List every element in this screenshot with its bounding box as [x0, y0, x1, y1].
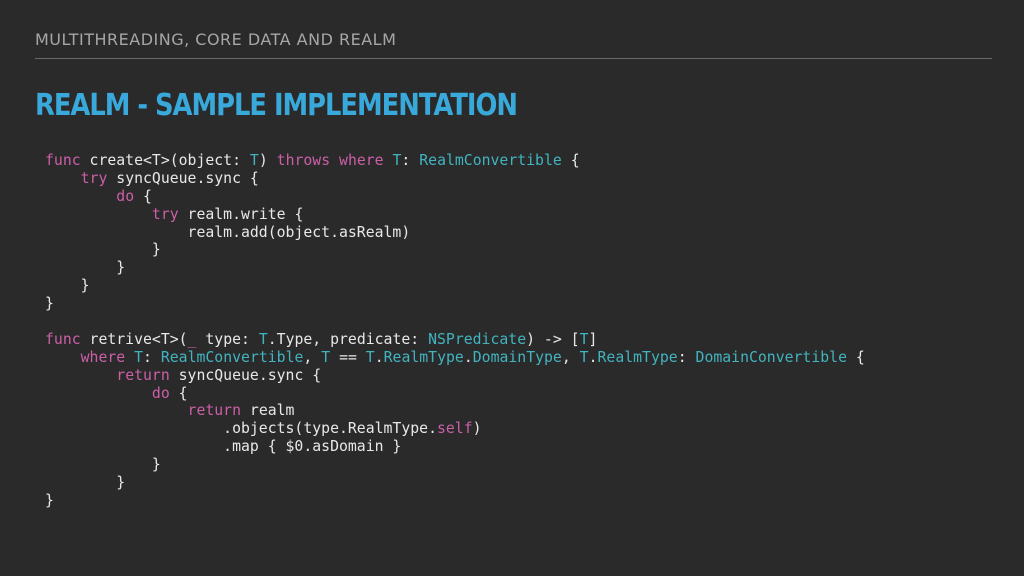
- code-token-text: ==: [330, 348, 366, 366]
- code-token-kw: func: [45, 152, 81, 169]
- code-line: do {: [45, 385, 865, 403]
- code-token-type: RealmType: [383, 348, 464, 366]
- code-token-kw: do: [151, 384, 170, 402]
- code-token-text: }: [45, 259, 126, 277]
- code-token-text: }: [45, 456, 161, 474]
- code-token-text: .Type, predicate:: [267, 330, 429, 348]
- code-token-text: ]: [588, 330, 598, 348]
- code-line: return syncQueue.sync {: [45, 367, 865, 385]
- code-token-text: ,: [561, 348, 580, 366]
- code-token-text: {: [169, 384, 188, 402]
- code-token-kw: where: [339, 152, 384, 169]
- code-token-type: NSPredicate: [428, 330, 527, 348]
- code-token-text: ): [258, 152, 277, 169]
- code-token-text: ) -> [: [526, 330, 580, 348]
- code-token-text: {: [846, 348, 865, 366]
- code-token-text: .: [588, 348, 598, 366]
- code-line: }: [45, 474, 865, 492]
- code-token-kw: throws: [276, 152, 331, 169]
- code-line: realm.add(object.asRealm): [45, 224, 865, 242]
- code-line: do {: [45, 188, 865, 206]
- code-token-kw: where: [80, 348, 126, 366]
- code-token-text: }: [45, 295, 54, 313]
- code-line: func retrive<T>(_ type: T.Type, predicat…: [45, 331, 865, 349]
- code-token-type: DomainType: [472, 348, 562, 366]
- code-token-kw: return: [116, 366, 170, 384]
- code-token-text: }: [45, 491, 54, 509]
- code-token-kw: try: [151, 205, 179, 223]
- code-token-text: syncQueue.sync {: [107, 169, 259, 187]
- code-token-type: T: [365, 348, 375, 366]
- code-token-text: ,: [303, 348, 322, 366]
- code-token-type: T: [249, 152, 259, 169]
- code-line: try realm.write {: [45, 206, 865, 224]
- code-line: }: [45, 295, 865, 313]
- code-token-text: :: [143, 348, 161, 366]
- code-token-text: .: [463, 348, 473, 366]
- code-line: where T: RealmConvertible, T == T.RealmT…: [45, 349, 865, 367]
- code-token-type: T: [134, 348, 144, 366]
- code-token-text: realm.add(object.asRealm): [45, 223, 411, 241]
- code-token-kw: try: [80, 169, 108, 187]
- section-header: MULTITHREADING, CORE DATA AND REALM: [35, 30, 397, 49]
- code-token-text: syncQueue.sync {: [169, 366, 322, 384]
- code-line: }: [45, 241, 865, 259]
- code-token-text: }: [45, 474, 126, 492]
- slide-title: REALM - SAMPLE IMPLEMENTATION: [35, 88, 518, 123]
- code-line: func create<T>(object: T) throws where T…: [45, 152, 865, 170]
- code-token-type: DomainConvertible: [695, 348, 847, 366]
- code-line: }: [45, 277, 865, 295]
- code-token-type: T: [258, 330, 268, 348]
- code-token-text: {: [561, 152, 580, 169]
- code-token-type: T: [579, 348, 589, 366]
- code-token-text: .map { $0.asDomain }: [45, 438, 402, 456]
- code-token-text: .: [374, 348, 384, 366]
- code-token-text: realm.write {: [178, 205, 304, 223]
- code-line: }: [45, 492, 865, 510]
- code-line: .objects(type.RealmType.self): [45, 420, 865, 438]
- code-token-text: type:: [196, 330, 259, 348]
- code-token-text: create<T>(object:: [80, 152, 250, 169]
- code-line: }: [45, 259, 865, 277]
- header-divider: [35, 58, 992, 59]
- code-token-type: RealmConvertible: [419, 152, 562, 169]
- code-token-text: :: [677, 348, 696, 366]
- code-token-text: }: [45, 241, 161, 259]
- code-line: return realm: [45, 402, 865, 420]
- code-token-text: .objects(type.RealmType.: [45, 420, 437, 438]
- code-token-type: RealmType: [597, 348, 678, 366]
- code-block: func create<T>(object: T) throws where T…: [45, 152, 865, 510]
- code-token-text: ): [472, 420, 482, 438]
- code-token-text: {: [134, 187, 152, 205]
- code-token-text: realm: [241, 402, 295, 420]
- code-token-kw: do: [116, 187, 135, 205]
- code-line: .map { $0.asDomain }: [45, 438, 865, 456]
- code-token-text: }: [45, 277, 90, 295]
- code-token-text: :: [401, 152, 420, 169]
- code-token-kw: return: [187, 402, 241, 420]
- code-token-type: RealmConvertible: [160, 348, 304, 366]
- code-token-kw: self: [436, 420, 473, 438]
- code-token-type: T: [321, 348, 331, 366]
- code-line: try syncQueue.sync {: [45, 170, 865, 188]
- code-token-text: retrive<T>(: [80, 330, 188, 348]
- code-token-kw: func: [45, 330, 81, 348]
- code-line: }: [45, 456, 865, 474]
